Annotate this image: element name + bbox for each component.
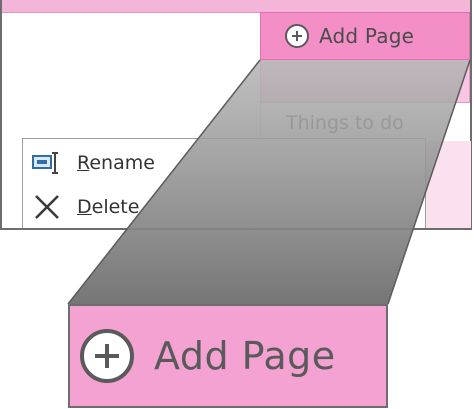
plus-circle-icon bbox=[80, 329, 134, 383]
menu-item-delete[interactable]: Delete bbox=[23, 187, 425, 227]
rename-icon bbox=[31, 150, 63, 176]
page-list-column bbox=[425, 141, 471, 228]
menu-label-delete: Delete bbox=[77, 196, 140, 218]
menu-label-rename: Rename bbox=[77, 152, 155, 174]
menu-item-rename[interactable]: Rename bbox=[23, 143, 425, 183]
zoom-callout-label: Add Page bbox=[154, 334, 336, 378]
plus-circle-icon bbox=[285, 24, 309, 48]
page-list-item[interactable]: Things to do bbox=[260, 103, 470, 141]
selected-page-slot[interactable] bbox=[260, 60, 470, 103]
add-page-button[interactable]: Add Page bbox=[260, 12, 470, 60]
add-page-label: Add Page bbox=[319, 24, 415, 48]
zoom-callout: Add Page bbox=[68, 304, 388, 408]
delete-x-icon bbox=[31, 194, 63, 220]
context-menu: Rename Delete bbox=[22, 138, 426, 228]
